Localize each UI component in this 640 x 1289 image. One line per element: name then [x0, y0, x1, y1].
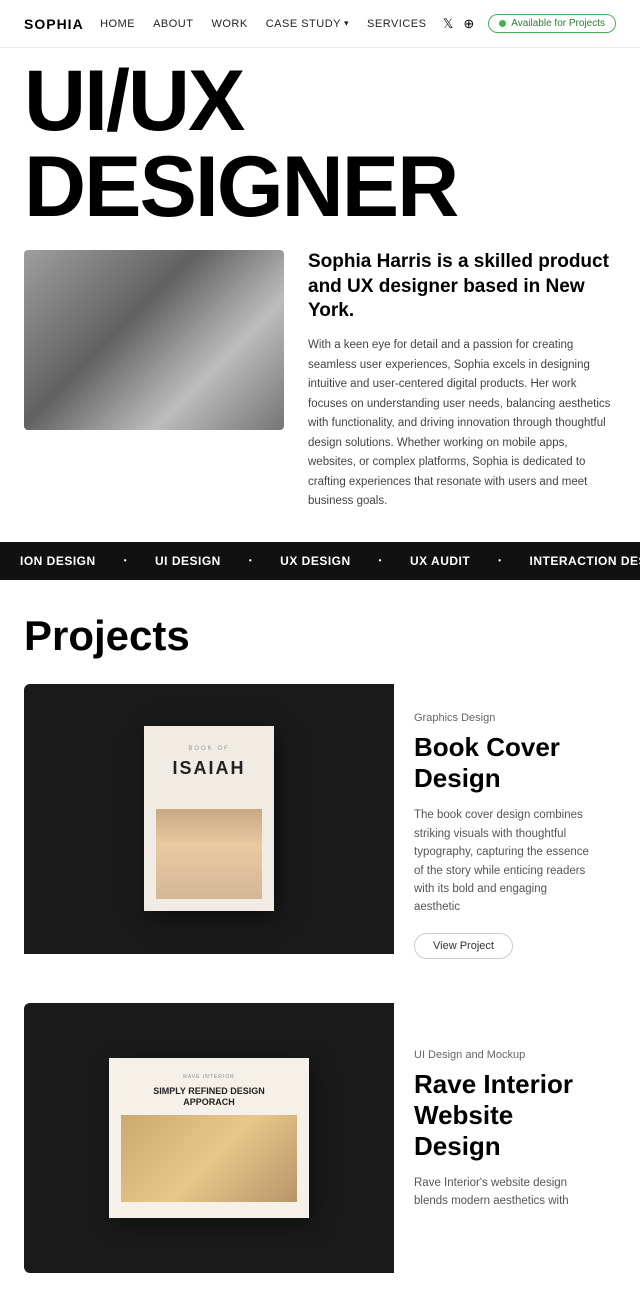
ticker-dot-3: •	[379, 556, 382, 565]
ticker-dot-1: •	[124, 556, 127, 565]
ticker-item-2: UI DESIGN	[155, 554, 221, 568]
project-1-image: BOOK OF ISAIAH	[24, 684, 394, 954]
project-1-category: Graphics Design	[414, 712, 596, 724]
chevron-down-icon: ▾	[344, 18, 349, 29]
ticker-label-3: UX DESIGN	[280, 554, 351, 568]
project-1-name: Book Cover Design	[414, 732, 596, 794]
ticker-item-4: UX AUDIT	[410, 554, 470, 568]
nav-home[interactable]: HOME	[100, 18, 135, 30]
projects-title: Projects	[24, 612, 616, 660]
nav-services[interactable]: SERVICES	[367, 18, 426, 30]
project-2-description: Rave Interior's website design blends mo…	[414, 1174, 596, 1211]
project-2-name: Rave Interior Website Design	[414, 1069, 596, 1163]
book-image-area	[156, 809, 262, 899]
instagram-icon[interactable]: ⊕	[463, 16, 474, 32]
project-2-info: UI Design and Mockup Rave Interior Websi…	[394, 1003, 616, 1273]
nav-right: 𝕏 ⊕ Available for Projects	[443, 14, 616, 33]
project-1-description: The book cover design combines striking …	[414, 806, 596, 916]
nav-work[interactable]: WORK	[211, 18, 247, 30]
nav-case-study[interactable]: CASE STUDY ▾	[266, 18, 349, 30]
ticker-item-1: ION DESIGN	[20, 554, 96, 568]
book-mockup: BOOK OF ISAIAH	[144, 726, 274, 911]
ticker-inner: ION DESIGN • UI DESIGN • UX DESIGN • UX …	[0, 554, 640, 568]
ticker-label-2: UI DESIGN	[155, 554, 221, 568]
availability-text: Available for Projects	[511, 18, 605, 29]
hero-content: Sophia Harris is a skilled product and U…	[24, 250, 616, 512]
ticker-dot-4: •	[498, 556, 501, 565]
skills-ticker: ION DESIGN • UI DESIGN • UX DESIGN • UX …	[0, 542, 640, 580]
hero-body: With a keen eye for detail and a passion…	[308, 336, 616, 512]
social-links: 𝕏 ⊕	[443, 16, 474, 32]
mockup-text-2: APPORACH	[121, 1097, 297, 1109]
hero-image	[24, 250, 284, 430]
availability-badge: Available for Projects	[488, 14, 616, 33]
navbar: SOPHIA HOME ABOUT WORK CASE STUDY ▾ SERV…	[0, 0, 640, 48]
interior-mockup: RAVE INTERIOR SIMPLY REFINED DESIGN APPO…	[109, 1058, 309, 1218]
ticker-dot-2: •	[249, 556, 252, 565]
hero-text-block: Sophia Harris is a skilled product and U…	[308, 250, 616, 512]
ticker-label-4: UX AUDIT	[410, 554, 470, 568]
project-card-2: RAVE INTERIOR SIMPLY REFINED DESIGN APPO…	[24, 1003, 616, 1273]
project-2-category: UI Design and Mockup	[414, 1049, 596, 1061]
project-2-image: RAVE INTERIOR SIMPLY REFINED DESIGN APPO…	[24, 1003, 394, 1273]
designer-photo	[24, 250, 284, 430]
book-top-label: BOOK OF	[156, 746, 262, 752]
projects-section: Projects BOOK OF ISAIAH Graphics Design …	[0, 580, 640, 1273]
project-1-info: Graphics Design Book Cover Design The bo…	[394, 684, 616, 987]
hero-section: UI/UX DESIGNER Sophia Harris is a skille…	[0, 48, 640, 542]
twitter-icon[interactable]: 𝕏	[443, 16, 453, 32]
nav-about[interactable]: ABOUT	[153, 18, 193, 30]
mockup-interior-image	[121, 1115, 297, 1202]
nav-links: HOME ABOUT WORK CASE STUDY ▾ SERVICES	[100, 18, 426, 30]
hero-headline: Sophia Harris is a skilled product and U…	[308, 250, 616, 324]
mockup-top-text: RAVE INTERIOR	[121, 1074, 297, 1080]
mockup-title-line1: SIMPLY REFINED DESIGN APPORACH	[121, 1086, 297, 1109]
ticker-item-3: UX DESIGN	[280, 554, 351, 568]
ticker-label-5: INTERACTION DESIGN	[530, 554, 640, 568]
hero-title: UI/UX DESIGNER	[24, 58, 616, 230]
project-card-1: BOOK OF ISAIAH Graphics Design Book Cove…	[24, 684, 616, 987]
status-dot	[499, 20, 506, 27]
project-1-cta[interactable]: View Project	[414, 933, 513, 959]
ticker-item-5: INTERACTION DESIGN	[530, 554, 640, 568]
book-title: ISAIAH	[156, 758, 262, 779]
mockup-text-1: SIMPLY REFINED DESIGN	[121, 1086, 297, 1098]
ticker-label-1: ION DESIGN	[20, 554, 96, 568]
logo[interactable]: SOPHIA	[24, 16, 84, 32]
